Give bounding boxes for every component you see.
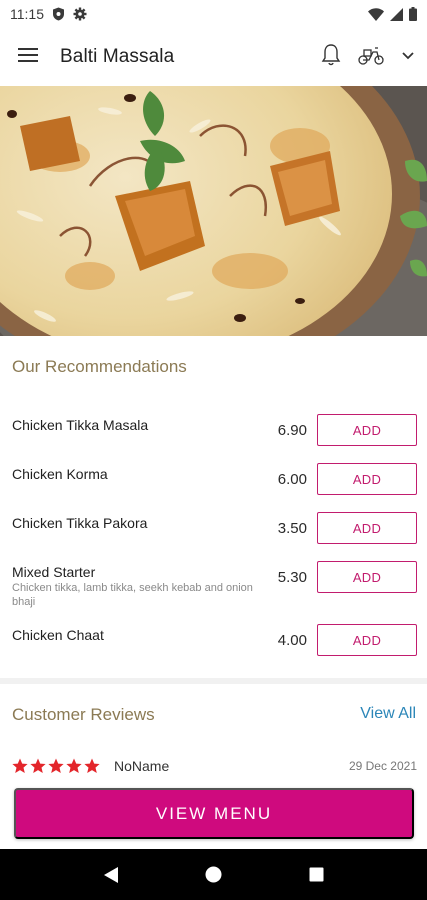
chevron-down-icon[interactable]: [401, 48, 415, 66]
reviewer-name: NoName: [114, 758, 170, 774]
view-all-link[interactable]: View All: [360, 705, 416, 723]
list-item: Chicken Chaat 4.00 ADD: [0, 624, 427, 672]
item-name: Chicken Tikka Masala: [12, 417, 149, 433]
add-button[interactable]: ADD: [317, 463, 417, 495]
reviews-title: Customer Reviews: [12, 705, 155, 724]
item-name: Mixed Starter: [12, 564, 96, 580]
item-price: 4.00: [277, 632, 307, 649]
star-icon: [12, 758, 28, 773]
hero-image: [0, 86, 427, 336]
menu-icon[interactable]: [18, 47, 38, 68]
navigation-bar: [0, 849, 427, 900]
shield-icon: [52, 7, 65, 21]
review-date: 29 Dec 2021: [348, 759, 417, 773]
item-name: Chicken Tikka Pakora: [12, 515, 148, 531]
star-icon: [84, 758, 100, 773]
signal-icon: [390, 7, 403, 21]
app-bar: Balti Massala: [0, 28, 427, 86]
add-button[interactable]: ADD: [317, 624, 417, 656]
add-button[interactable]: ADD: [317, 512, 417, 544]
back-icon[interactable]: [103, 866, 119, 884]
status-bar: 11:15: [0, 0, 427, 28]
wifi-icon: [368, 7, 384, 21]
home-icon[interactable]: [205, 866, 222, 883]
status-time: 11:15: [10, 6, 44, 22]
view-menu-button[interactable]: VIEW MENU: [14, 788, 414, 839]
add-button[interactable]: ADD: [317, 561, 417, 593]
recommendations-section: Our Recommendations Chicken Tikka Masala…: [0, 336, 427, 678]
list-item: Chicken Tikka Masala 6.90 ADD: [0, 414, 427, 462]
recents-icon[interactable]: [309, 867, 324, 882]
item-price: 6.00: [277, 471, 307, 488]
bell-icon[interactable]: [321, 43, 341, 72]
item-price: 3.50: [277, 520, 307, 537]
recommendations-title: Our Recommendations: [12, 357, 187, 376]
item-name: Chicken Chaat: [12, 627, 104, 643]
scooter-icon[interactable]: [357, 44, 385, 71]
item-description: Chicken tikka, lamb tikka, seekh kebab a…: [12, 582, 253, 608]
page-title: Balti Massala: [60, 46, 175, 67]
list-item: Chicken Korma 6.00 ADD: [0, 463, 427, 511]
list-item: Mixed Starter Chicken tikka, lamb tikka,…: [0, 561, 427, 613]
battery-icon: [409, 7, 417, 21]
list-item: Chicken Tikka Pakora 3.50 ADD: [0, 512, 427, 560]
star-rating: [12, 758, 100, 774]
add-button[interactable]: ADD: [317, 414, 417, 446]
star-icon: [48, 758, 64, 773]
gear-icon: [73, 7, 87, 21]
item-price: 6.90: [277, 422, 307, 439]
star-icon: [66, 758, 82, 773]
star-icon: [30, 758, 46, 773]
item-name: Chicken Korma: [12, 466, 108, 482]
item-price: 5.30: [277, 569, 307, 586]
review-item: NoName 29 Dec 2021: [12, 756, 417, 776]
